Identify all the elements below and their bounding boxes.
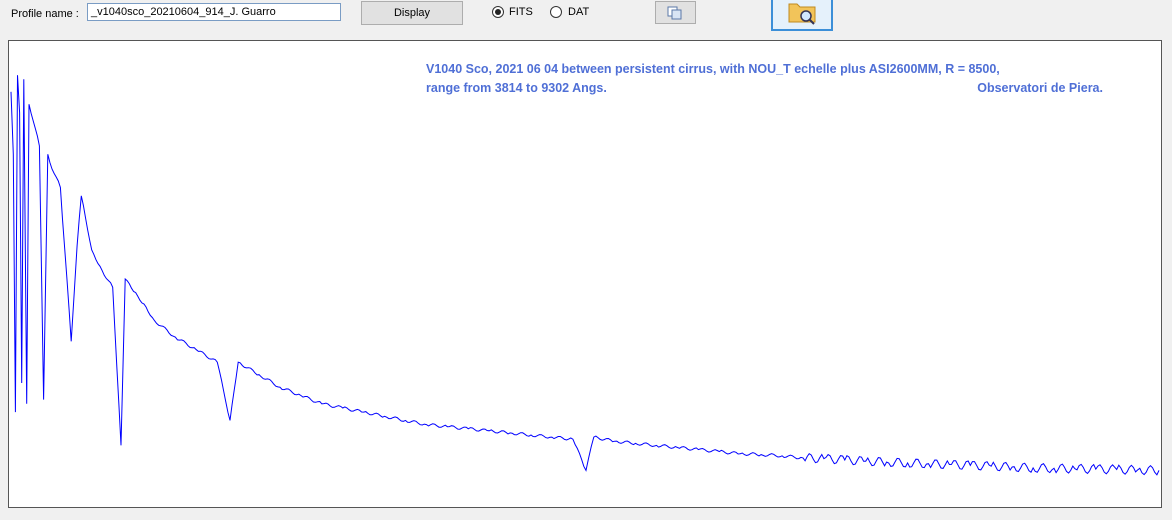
spectrum-line [10,75,1160,476]
spectrum-plot: V1040 Sco, 2021 06 04 between persistent… [8,40,1162,508]
dat-label: DAT [568,6,590,18]
display-button[interactable]: Display [361,1,463,25]
profile-name-label: Profile name : [11,8,79,20]
fits-label: FITS [509,6,533,18]
spectrum-chart [10,75,1160,476]
open-folder-button[interactable] [771,0,833,31]
plot-title-line-2-left: range from 3814 to 9302 Angs. [426,81,607,95]
dat-radio[interactable] [550,6,562,18]
folder-search-icon [788,3,816,25]
status-strip [0,508,1172,520]
copy-icon [667,6,682,20]
plot-title-line-2-right: Observatori de Piera. [977,81,1103,95]
fits-radio[interactable] [492,6,504,18]
plot-title-line-1: V1040 Sco, 2021 06 04 between persistent… [426,62,1000,76]
profile-name-input[interactable]: _v1040sco_20210604_914_J. Guarro [87,3,341,21]
copy-button[interactable] [655,1,696,24]
